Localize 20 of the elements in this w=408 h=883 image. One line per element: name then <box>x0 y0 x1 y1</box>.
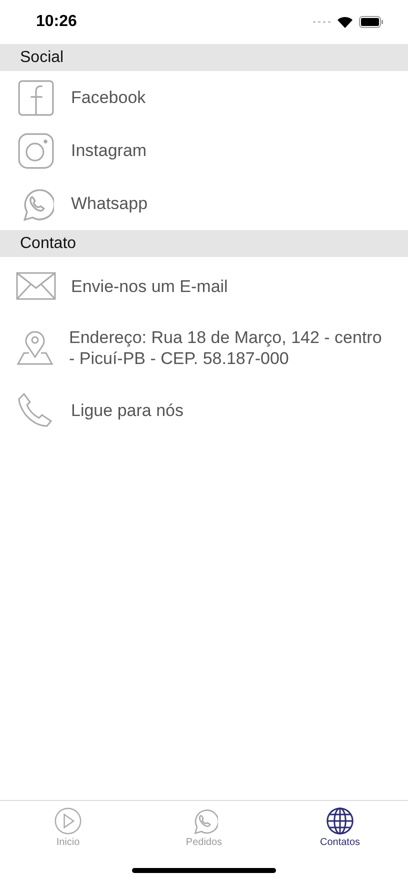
wifi-icon <box>337 16 353 28</box>
phone-icon <box>18 392 54 428</box>
status-time: 10:26 <box>36 13 77 31</box>
camera-icon <box>18 132 54 168</box>
globe-icon <box>326 807 354 835</box>
contact-link[interactable]: Ligue para nós <box>71 400 184 420</box>
contact-link[interactable]: Endereço: Rua 18 de Março, 142 - centro - Picuí-PB - CEP. 58.187-000 <box>69 327 392 369</box>
facebook-icon <box>18 80 54 116</box>
map-pin-icon <box>16 331 54 365</box>
contact-link[interactable]: Instagram <box>71 140 147 161</box>
section-header: Contato <box>0 230 408 257</box>
signal-icon <box>313 20 331 24</box>
tab[interactable]: Contatos <box>272 801 408 851</box>
envelope-icon <box>16 272 56 300</box>
section-header: Social <box>0 44 408 71</box>
play-icon <box>54 807 82 835</box>
contact-link[interactable]: Envie-nos um E-mail <box>71 276 228 296</box>
battery-icon <box>359 16 384 28</box>
contact-link[interactable]: Whatsapp <box>71 193 148 214</box>
contact-link[interactable]: Facebook <box>71 87 146 108</box>
